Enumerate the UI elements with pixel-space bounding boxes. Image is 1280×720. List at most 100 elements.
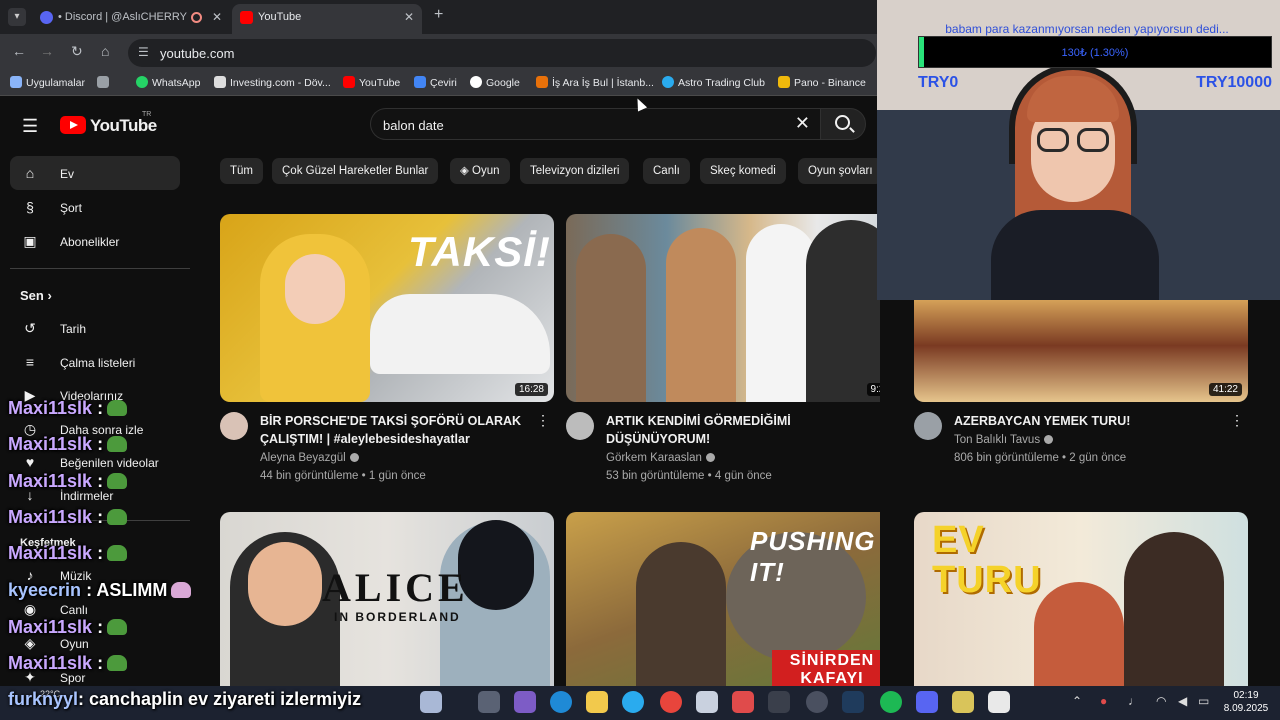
spotify-icon[interactable] [880, 691, 902, 713]
site-info-icon[interactable]: ☰ [138, 45, 149, 59]
chip-tv-series[interactable]: Televizyon dizileri [520, 158, 630, 184]
edge-icon[interactable] [550, 691, 572, 713]
sidebar-item-subscriptions[interactable]: ▣ Abonelikler [10, 224, 180, 258]
video-title[interactable]: BİR PORSCHE'DE TAKSİ ŞOFÖRÜ OLARAK ÇALIŞ… [260, 412, 530, 448]
chip-gaming[interactable]: ◈ Oyun [450, 158, 510, 184]
grid-icon[interactable] [97, 76, 113, 89]
chip-custom[interactable]: Çok Güzel Hareketler Bunlar [272, 158, 439, 184]
sidebar-item-history[interactable]: ↺ Tarih [10, 311, 180, 345]
app-icon[interactable] [988, 691, 1010, 713]
bookmark-whatsapp[interactable]: WhatsApp [136, 76, 200, 89]
sidebar-item-playlists[interactable]: ≡ Çalma listeleri [10, 345, 180, 379]
chat-message: Maxi11slk : [8, 398, 128, 419]
copilot-icon[interactable] [514, 691, 536, 713]
discord-icon[interactable] [916, 691, 938, 713]
search-button[interactable] [820, 108, 866, 140]
microphone-icon[interactable]: ♩ [1128, 694, 1140, 708]
tab-search-button[interactable]: ▾ [8, 8, 26, 26]
thumbnail-subtext: SİNİRDEN KAFAYI YEDİM! [772, 650, 880, 686]
pepe-emote-icon [107, 473, 128, 489]
video-thumbnail[interactable]: PUSHING IT! SİNİRDEN KAFAYI YEDİM! [566, 512, 880, 686]
chat-message: Maxi11slk : [8, 653, 128, 674]
search-input[interactable] [383, 115, 783, 135]
tab-title: YouTube [258, 11, 302, 23]
donation-goal-value: 130₺ (1.30%) [1061, 47, 1129, 59]
bookmark-binance[interactable]: Pano - Binance [778, 76, 866, 89]
telegram-icon[interactable] [622, 691, 644, 713]
subscriptions-icon: ▣ [23, 233, 37, 249]
address-bar[interactable]: ☰ youtube.com [128, 39, 876, 67]
bookmark-astro[interactable]: Astro Trading Club [662, 76, 765, 89]
youtube-logo-icon[interactable] [60, 116, 86, 134]
video-thumbnail[interactable]: ALICE IN BORDERLAND [220, 512, 554, 686]
chip-game-shows[interactable]: Oyun şovları [798, 158, 880, 184]
video-duration: 41:22 [1208, 383, 1242, 396]
file-explorer-icon[interactable] [586, 691, 608, 713]
chip-sketch[interactable]: Skeç komedi [700, 158, 786, 184]
channel-avatar[interactable] [914, 412, 942, 440]
pepe-emote-icon [107, 509, 128, 525]
sidebar-item-shorts[interactable]: § Şort [10, 190, 180, 224]
video-title[interactable]: ARTIK KENDİMİ GÖRMEDİĞİMİ DÜŞÜNÜYORUM! [606, 412, 876, 448]
sidebar-you-heading[interactable]: Sen › [20, 288, 52, 303]
channel-name[interactable]: Aleyna Beyazgül [260, 452, 359, 464]
bookmark-apps[interactable]: Uygulamalar [10, 76, 85, 89]
youtube-icon [343, 76, 355, 88]
sidebar-item-home[interactable]: ⌂ Ev [10, 156, 180, 190]
channel-name[interactable]: Ton Balıklı Tavus [954, 434, 1054, 446]
chrome-icon[interactable] [660, 691, 682, 713]
hamburger-menu-icon[interactable]: ☰ [22, 116, 38, 137]
antivirus-icon[interactable]: ● [1100, 694, 1107, 708]
forward-icon[interactable]: → [40, 43, 54, 59]
clear-search-icon[interactable]: ✕ [795, 113, 810, 134]
chevron-up-icon[interactable]: ⌃ [1072, 694, 1082, 708]
video-thumbnail[interactable]: EV TURU [914, 512, 1248, 700]
tab-discord[interactable]: • Discord | @AslıCHERRY ✕ [32, 4, 230, 34]
app-icon[interactable] [768, 691, 790, 713]
home-icon[interactable]: ⌂ [101, 43, 109, 59]
tab-youtube[interactable]: YouTube ✕ [232, 4, 422, 34]
channel-avatar[interactable] [566, 412, 594, 440]
clock-time: 02:19 [1233, 690, 1259, 701]
divider [10, 268, 190, 269]
channel-name[interactable]: Görkem Karaaslan [606, 452, 715, 464]
bookmark-isara[interactable]: İş Ara İş Bul | İstanb... [536, 76, 654, 89]
calculator-icon[interactable] [696, 691, 718, 713]
app-icon[interactable] [952, 691, 974, 713]
app-icon[interactable] [732, 691, 754, 713]
volume-icon[interactable]: ◀ [1178, 694, 1187, 708]
pepe-emote-icon [107, 436, 128, 452]
youtube-logo-text[interactable]: YouTube [90, 116, 157, 136]
chip-all[interactable]: Tüm [220, 158, 263, 184]
google-icon [470, 76, 482, 88]
isara-icon [536, 76, 548, 88]
video-thumbnail[interactable]: 9:28 [566, 214, 880, 402]
more-options-icon[interactable]: ⋮ [536, 412, 550, 429]
close-icon[interactable]: ✕ [212, 4, 222, 30]
reload-icon[interactable]: ↻ [71, 43, 83, 60]
video-meta: 44 bin görüntüleme • 1 gün önce [260, 470, 426, 482]
home-icon: ⌂ [25, 165, 35, 181]
back-icon[interactable]: ← [12, 43, 26, 59]
bookmark-youtube[interactable]: YouTube [343, 76, 400, 89]
more-options-icon[interactable]: ⋮ [1230, 412, 1244, 429]
taskbar-clock[interactable]: 02:19 8.09.2025 [1216, 689, 1276, 715]
pepe-emote-icon [107, 545, 128, 561]
clock-date: 8.09.2025 [1223, 703, 1269, 714]
bookmark-google[interactable]: Google [470, 76, 520, 89]
search-box[interactable]: ✕ [370, 108, 820, 140]
video-title[interactable]: AZERBAYCAN YEMEK TURU! [954, 412, 1224, 430]
task-view-icon[interactable] [478, 691, 500, 713]
new-tab-icon[interactable]: + [434, 6, 443, 24]
steam-icon[interactable] [842, 691, 864, 713]
battery-icon[interactable]: ▭ [1198, 694, 1209, 708]
video-thumbnail[interactable]: TAKSİ! 16:28 [220, 214, 554, 402]
obs-icon[interactable] [806, 691, 828, 713]
bookmark-investing[interactable]: Investing.com - Döv... [214, 76, 331, 89]
bookmark-translate[interactable]: Çeviri [414, 76, 457, 89]
close-icon[interactable]: ✕ [404, 4, 414, 30]
chevron-right-icon: › [47, 288, 52, 303]
wifi-icon[interactable]: ◠ [1156, 694, 1166, 708]
chip-live[interactable]: Canlı [643, 158, 690, 184]
search-widget-icon[interactable] [420, 691, 442, 713]
